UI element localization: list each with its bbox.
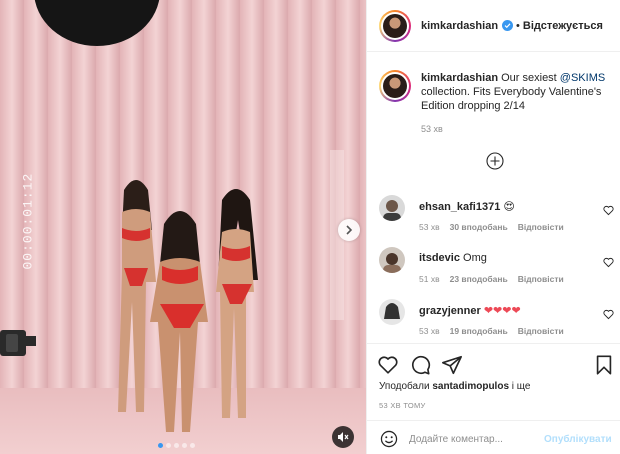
- caption-timestamp: 53 хв: [421, 124, 443, 134]
- caption-username[interactable]: kimkardashian: [421, 72, 498, 84]
- comment-item: itsdevic Omg 51 хв 23 вподобань Відповіс…: [379, 247, 615, 295]
- like-heart-icon[interactable]: [377, 354, 399, 376]
- caption-text: kimkardashian Our sexiest @SKIMS collect…: [421, 71, 615, 113]
- comment-item: grazyjenner ❤❤❤❤ 53 хв 19 вподобань Відп…: [379, 299, 615, 347]
- heart-icon[interactable]: [603, 257, 614, 268]
- comment-input[interactable]: [409, 430, 559, 448]
- verified-badge-icon: [502, 20, 514, 31]
- comment-body: itsdevic Omg: [419, 252, 487, 264]
- share-paper-plane-icon[interactable]: [441, 354, 463, 376]
- comment-likes-link[interactable]: 30 вподобань: [450, 222, 508, 232]
- carousel-dot: [182, 443, 187, 448]
- caption-text-after: collection. Fits Everybody Valentine's E…: [421, 86, 602, 112]
- caption-mention-link[interactable]: @SKIMS: [560, 72, 605, 84]
- likes-prefix: Уподобали: [379, 381, 433, 392]
- comment-time: 53 хв: [419, 326, 440, 336]
- comment-reply-button[interactable]: Відповісти: [518, 222, 564, 232]
- commenter-avatar[interactable]: [379, 247, 405, 273]
- header-username[interactable]: kimkardashian: [421, 20, 498, 32]
- carousel-dot: [158, 443, 163, 448]
- comment-reply-button[interactable]: Відповісти: [518, 274, 564, 284]
- action-bar: [367, 343, 620, 385]
- comment-username[interactable]: ehsan_kafi1371: [419, 201, 500, 213]
- carousel-dot: [190, 443, 195, 448]
- timecode-overlay: 00:00:01:12: [8, 172, 48, 272]
- caption-text-before: Our sexiest: [501, 72, 560, 84]
- comment-reply-button[interactable]: Відповісти: [518, 326, 564, 336]
- caption-avatar[interactable]: [379, 70, 411, 102]
- comment-text: ❤❤❤❤: [483, 305, 521, 317]
- comment-item: ehsan_kafi1371 😍 53 хв 30 вподобань Відп…: [379, 195, 615, 243]
- heart-icon[interactable]: [603, 205, 614, 216]
- commenter-avatar[interactable]: [379, 195, 405, 221]
- avatar-image: [383, 13, 407, 38]
- next-slide-button[interactable]: [338, 219, 360, 241]
- header-separator: •: [516, 19, 520, 32]
- comment-body: grazyjenner ❤❤❤❤: [419, 304, 521, 317]
- photo-scene: [0, 0, 366, 454]
- comment-text: 😍: [503, 201, 515, 213]
- publish-button[interactable]: Опублікувати: [544, 434, 612, 445]
- comment-bubble-icon[interactable]: [409, 354, 431, 376]
- avatar-image: [383, 74, 407, 98]
- comment-meta: 53 хв 30 вподобань Відповісти: [419, 222, 564, 232]
- post-header: kimkardashian • Відстежується: [367, 0, 620, 52]
- heart-icon[interactable]: [603, 309, 614, 320]
- carousel-dot: [174, 443, 179, 448]
- add-comment-bar: Опублікувати: [367, 420, 620, 454]
- comment-meta: 51 хв 23 вподобань Відповісти: [419, 274, 564, 284]
- post-side-panel: kimkardashian • Відстежується kimkardash…: [366, 0, 620, 454]
- avatar[interactable]: [379, 9, 411, 42]
- comment-likes-link[interactable]: 23 вподобань: [450, 274, 508, 284]
- commenter-avatar[interactable]: [379, 299, 405, 325]
- comment-username[interactable]: itsdevic: [419, 252, 460, 264]
- carousel-dot: [166, 443, 171, 448]
- post-media[interactable]: 00:00:01:12: [0, 0, 366, 454]
- bookmark-icon[interactable]: [593, 354, 615, 376]
- likes-others-link[interactable]: і ще: [509, 381, 531, 392]
- likes-summary: Уподобали santadimopulos і ще: [379, 381, 530, 392]
- chevron-right-icon: [346, 225, 353, 235]
- comment-body: ehsan_kafi1371 😍: [419, 200, 515, 213]
- post-timestamp: 53 ХВ ТОМУ: [379, 401, 426, 410]
- comment-text: Omg: [463, 252, 487, 264]
- comment-time: 51 хв: [419, 274, 440, 284]
- mute-toggle-button[interactable]: [332, 426, 354, 448]
- comment-time: 53 хв: [419, 222, 440, 232]
- carousel-indicator: [158, 443, 195, 448]
- camera-icon: [0, 326, 40, 360]
- load-more-comments-icon[interactable]: [486, 152, 504, 170]
- comment-username[interactable]: grazyjenner: [419, 305, 481, 317]
- comment-likes-link[interactable]: 19 вподобань: [450, 326, 508, 336]
- comment-meta: 53 хв 19 вподобань Відповісти: [419, 326, 564, 336]
- emoji-icon[interactable]: [380, 430, 398, 448]
- timecode-text: 00:00:01:12: [20, 172, 36, 270]
- follow-status-button[interactable]: Відстежується: [523, 20, 603, 32]
- speaker-muted-icon: [338, 432, 349, 442]
- likes-user-link[interactable]: santadimopulos: [432, 381, 509, 392]
